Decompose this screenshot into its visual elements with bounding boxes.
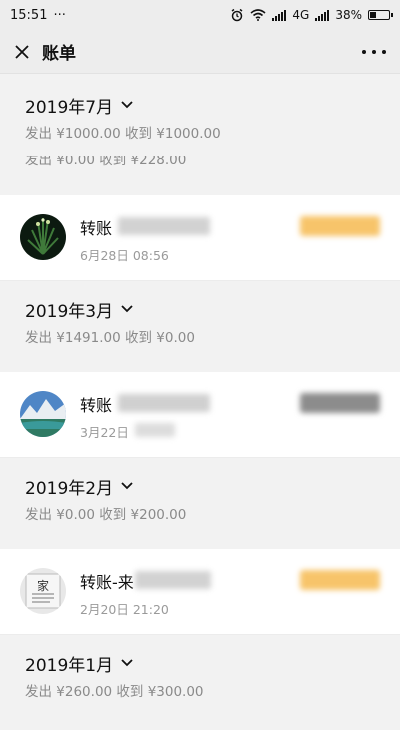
month-title: 2019年2月 bbox=[25, 478, 114, 499]
chevron-down-icon bbox=[121, 482, 133, 490]
month-summary: 发出 ¥260.00 收到 ¥300.00 bbox=[25, 684, 204, 700]
status-time: 15:51 bbox=[10, 7, 48, 23]
battery-icon bbox=[368, 10, 393, 20]
redacted-name bbox=[135, 571, 211, 589]
nav-bar: 账单 bbox=[0, 30, 400, 74]
more-dot-icon bbox=[372, 50, 376, 54]
redacted-name bbox=[118, 217, 210, 235]
chevron-down-icon bbox=[121, 659, 133, 667]
month-header-2019-03[interactable]: 2019年3月 发出 ¥1491.00 收到 ¥0.00 bbox=[0, 296, 400, 360]
close-icon bbox=[15, 44, 29, 59]
month-header-2019-02[interactable]: 2019年2月 发出 ¥0.00 收到 ¥200.00 bbox=[0, 473, 400, 537]
status-bar: 15:51 ··· 4G 38% bbox=[0, 0, 400, 30]
cell-signal-icon bbox=[272, 9, 287, 21]
transaction-title: 转账 bbox=[80, 396, 113, 415]
network-type: 4G bbox=[292, 8, 310, 22]
month-header-2019-01[interactable]: 2019年1月 发出 ¥260.00 收到 ¥300.00 bbox=[0, 650, 400, 714]
avatar bbox=[20, 391, 66, 437]
alarm-icon bbox=[231, 8, 243, 22]
transaction-title: 转账-来 bbox=[80, 573, 134, 592]
transaction-date: 6月28日 08:56 bbox=[80, 248, 169, 263]
transaction-row[interactable]: 转账 6月28日 08:56 bbox=[0, 195, 400, 281]
month-summary: 发出 ¥1000.00 收到 ¥1000.00 bbox=[25, 126, 221, 142]
redacted-amount-in bbox=[300, 570, 380, 590]
more-button[interactable] bbox=[362, 42, 386, 62]
more-dot-icon bbox=[382, 50, 386, 54]
month-header-2019-07[interactable]: 2019年7月 发出 ¥1000.00 收到 ¥1000.00 bbox=[0, 92, 400, 156]
month-title: 2019年7月 bbox=[25, 97, 114, 118]
redacted-amount-out bbox=[300, 393, 380, 413]
bill-list: 2019年7月 发出 ¥1000.00 收到 ¥1000.00 发出 ¥0.00… bbox=[0, 74, 400, 730]
redacted-name bbox=[118, 394, 210, 412]
transaction-row[interactable]: 家 转账-来 2月20日 21:20 bbox=[0, 549, 400, 635]
chevron-down-icon bbox=[121, 101, 133, 109]
more-dot-icon bbox=[362, 50, 366, 54]
battery-percent: 38% bbox=[335, 8, 362, 22]
avatar: 家 bbox=[20, 568, 66, 614]
avatar bbox=[20, 214, 66, 260]
wifi-icon bbox=[250, 9, 266, 21]
month-title: 2019年1月 bbox=[25, 655, 114, 676]
month-summary: 发出 ¥0.00 收到 ¥200.00 bbox=[25, 507, 187, 523]
redacted-time bbox=[135, 423, 175, 437]
transaction-date: 3月22日 bbox=[80, 425, 129, 440]
transaction-title: 转账 bbox=[80, 219, 113, 238]
close-button[interactable] bbox=[4, 30, 40, 74]
chevron-down-icon bbox=[121, 305, 133, 313]
page-title: 账单 bbox=[42, 44, 76, 64]
scrolled-month-summary: 发出 ¥0.00 收到 ¥228.00 bbox=[0, 156, 400, 180]
month-summary-peek: 发出 ¥0.00 收到 ¥228.00 bbox=[25, 156, 187, 168]
status-dots: ··· bbox=[53, 7, 66, 23]
redacted-amount-in bbox=[300, 216, 380, 236]
transaction-date: 2月20日 21:20 bbox=[80, 602, 169, 617]
cell-signal-2-icon bbox=[315, 9, 330, 21]
month-summary: 发出 ¥1491.00 收到 ¥0.00 bbox=[25, 330, 195, 346]
transaction-row[interactable]: 转账 3月22日 bbox=[0, 372, 400, 458]
svg-text:家: 家 bbox=[37, 578, 49, 593]
month-title: 2019年3月 bbox=[25, 301, 114, 322]
